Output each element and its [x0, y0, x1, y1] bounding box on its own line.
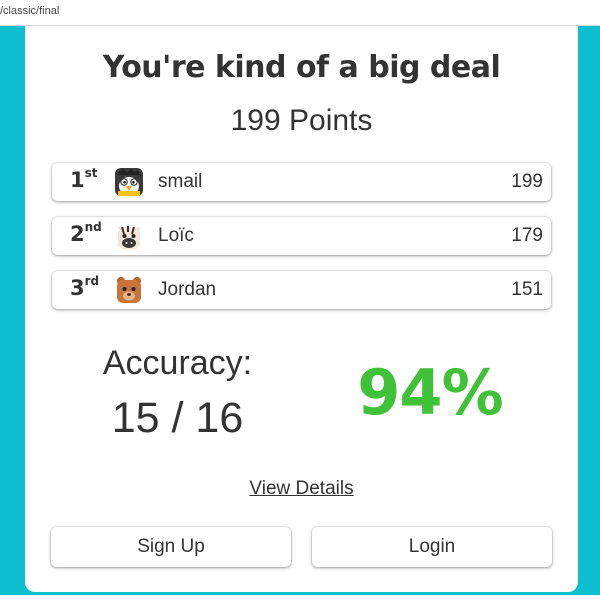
player-name: smail: [158, 171, 203, 192]
result-title: You're kind of a big deal: [102, 50, 501, 85]
results-card: You're kind of a big deal 199 Points 1st…: [25, 26, 578, 592]
place-label: 2nd: [70, 220, 102, 246]
zebra-avatar-icon: [118, 226, 140, 249]
leaderboard-row-3: 3rd Jordan 151: [52, 271, 551, 309]
view-details-link[interactable]: View Details: [25, 478, 578, 500]
player-score: 179: [511, 225, 543, 246]
url-text[interactable]: /classic/final: [0, 5, 59, 17]
player-name: Loïc: [158, 225, 194, 246]
leaderboard-row-1: 1st smail 199: [52, 163, 551, 201]
place-label: 3rd: [70, 274, 100, 300]
page-background: You're kind of a big deal 199 Points 1st…: [0, 26, 600, 600]
sign-up-button[interactable]: Sign Up: [51, 527, 291, 567]
browser-address-bar[interactable]: /classic/final: [0, 0, 600, 26]
accuracy-fraction: 15 / 16: [111, 394, 244, 442]
bear-avatar-icon: [117, 277, 141, 303]
penguin-avatar-icon: [115, 168, 143, 196]
page-bottom-strip: [0, 595, 600, 600]
accuracy-label: Accuracy:: [102, 344, 253, 382]
place-label: 1st: [70, 166, 98, 192]
player-name: Jordan: [158, 279, 217, 300]
player-score: 199: [511, 171, 543, 192]
login-button[interactable]: Login: [312, 527, 552, 567]
accuracy-percent: 94%: [357, 356, 503, 429]
player-score: 151: [511, 279, 543, 300]
points-total: 199 Points: [230, 104, 373, 137]
leaderboard-row-2: 2nd Loïc 179: [52, 217, 551, 255]
